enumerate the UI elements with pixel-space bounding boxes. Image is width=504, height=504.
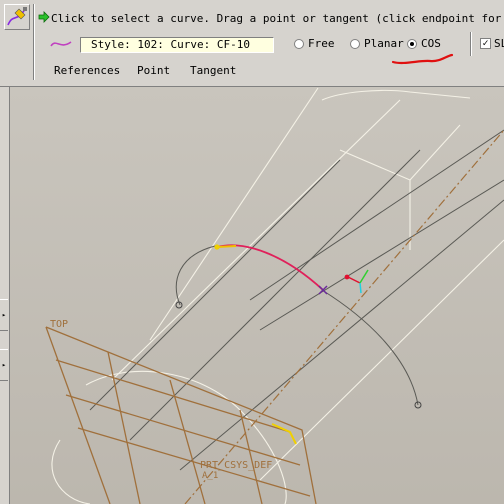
expand-arrow-icon[interactable]: ▸ xyxy=(0,349,8,381)
cylinder-axis xyxy=(184,129,504,504)
radio-cos[interactable]: COS xyxy=(407,37,441,50)
datum-plane-top xyxy=(45,326,317,504)
graphics-window[interactable]: TOP PRT_CSYS_DEF A_1 xyxy=(0,87,504,504)
cylinder-base-arc xyxy=(51,439,91,504)
tab-tangent[interactable]: Tangent xyxy=(190,64,236,77)
datum-grid-h2 xyxy=(65,394,301,466)
datum-plane-border-left xyxy=(45,326,111,504)
datum-plane-border xyxy=(45,326,317,504)
radio-planar-dot[interactable] xyxy=(350,38,360,49)
toolbar-separator xyxy=(33,4,34,80)
message-prompt: Click to select a curve. Drag a point or… xyxy=(51,12,504,25)
datum-plane-label: TOP xyxy=(50,319,68,330)
curve-endpoint-start[interactable] xyxy=(214,244,220,250)
model-geometry: TOP PRT_CSYS_DEF A_1 xyxy=(45,87,504,504)
expand-arrow-icon[interactable]: ▸ xyxy=(0,299,8,331)
csys-triad xyxy=(344,269,369,294)
message-arrow-icon xyxy=(38,11,50,23)
tab-references[interactable]: References xyxy=(54,64,120,77)
radio-free-dot[interactable] xyxy=(294,38,304,49)
radio-cos-label: COS xyxy=(421,37,441,50)
cylinder-line-b xyxy=(259,239,504,481)
datum-grid-h3 xyxy=(77,427,311,497)
construction-lines xyxy=(89,129,504,471)
edge-line-5 xyxy=(179,199,504,471)
datum-grid-h1 xyxy=(55,359,291,433)
datum-grid-v1 xyxy=(107,351,141,504)
radio-planar[interactable]: Planar xyxy=(350,37,404,50)
cylinder-silhouette-upper xyxy=(149,87,319,341)
radio-planar-label: Planar xyxy=(364,37,404,50)
curve-style-field[interactable]: Style: 102: Curve: CF-10 xyxy=(80,37,274,53)
csys-sublabel: A_1 xyxy=(202,471,218,481)
radio-free-label: Free xyxy=(308,37,335,50)
cylinder-end-arc xyxy=(321,89,471,101)
radio-free[interactable]: Free xyxy=(294,37,335,50)
cylinder-edges xyxy=(51,87,504,504)
sl-checkbox-label: SL xyxy=(494,37,504,50)
datum-grid-v3 xyxy=(239,409,263,504)
section-curve-left xyxy=(175,245,216,306)
curve-type-icon xyxy=(50,41,72,47)
cylinder-line-a xyxy=(111,99,401,381)
curve-dashboard: Click to select a curve. Drag a point or… xyxy=(0,0,504,87)
sketch-tool-icon[interactable] xyxy=(4,4,30,30)
curve-tangent-handle[interactable] xyxy=(216,245,237,248)
left-collapse-rail: ▸ ▸ xyxy=(0,87,10,504)
datum-grid-v2 xyxy=(169,379,206,504)
section-curve-right xyxy=(321,289,419,406)
edge-line-1 xyxy=(249,129,504,301)
style-curve-editor: Click to select a curve. Drag a point or… xyxy=(0,0,504,504)
sl-checkbox[interactable]: ✓ xyxy=(480,38,491,49)
edge-line-3 xyxy=(89,159,341,411)
red-underline-annotation xyxy=(391,53,454,65)
radio-cos-dot[interactable] xyxy=(407,38,417,49)
toolbar-separator xyxy=(470,32,471,56)
edge-line-2 xyxy=(259,179,504,331)
csys-label: PRT_CSYS_DEF xyxy=(200,460,272,471)
tab-point[interactable]: Point xyxy=(137,64,170,77)
